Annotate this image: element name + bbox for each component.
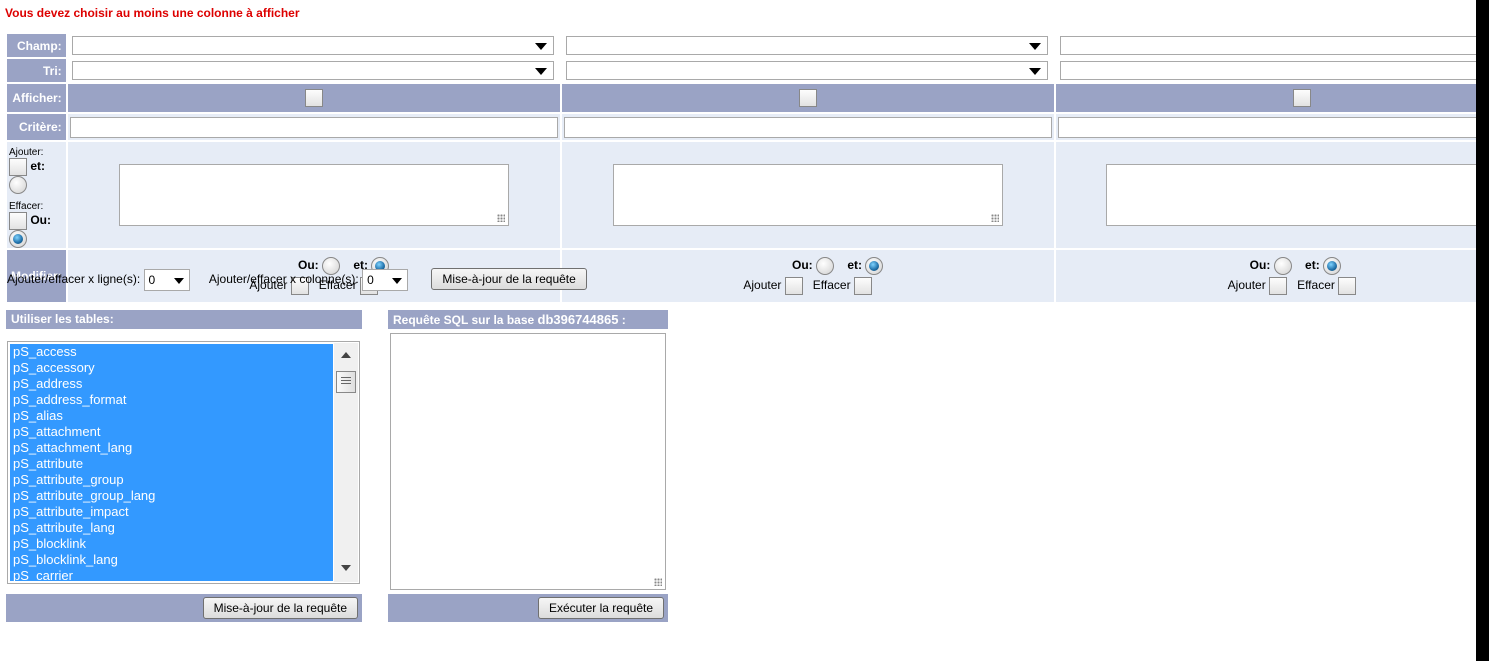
tri-select-2[interactable]	[565, 61, 1048, 80]
line-column-controls: Ajouter/effacer x ligne(s): 0 Ajouter/ef…	[7, 268, 587, 291]
modifier-ajouter-label: Ajouter	[743, 278, 782, 293]
tables-listbox[interactable]: pS_access pS_accessory pS_address pS_addres…	[7, 341, 360, 584]
list-item[interactable]: pS_blocklink	[10, 536, 333, 552]
criteria-textarea-3[interactable]	[1105, 164, 1489, 226]
modifier-effacer-checkbox[interactable]	[1338, 277, 1357, 295]
error-message: Vous devez choisir au moins une colonne …	[5, 6, 300, 20]
tri-select-1[interactable]	[71, 61, 554, 80]
champ-select-3[interactable]	[1059, 36, 1489, 55]
effacer-row-label: Effacer:	[9, 201, 44, 212]
update-query-button-top[interactable]: Mise-à-jour de la requête	[431, 268, 587, 290]
modifier-ou-radio[interactable]	[1273, 257, 1292, 275]
resize-grip-icon[interactable]	[990, 214, 999, 222]
sql-footer: Exécuter la requête	[388, 594, 668, 622]
critere-input-3[interactable]	[1057, 116, 1489, 138]
modifier-ajouter-label: Ajouter	[1227, 278, 1266, 293]
list-item[interactable]: pS_attribute	[10, 456, 333, 472]
list-item[interactable]: pS_carrier	[10, 568, 333, 583]
cols-select-value: 0	[367, 272, 374, 287]
execute-query-button[interactable]: Exécuter la requête	[537, 597, 664, 619]
list-item[interactable]: pS_attribute_group	[10, 472, 333, 488]
chevron-down-icon	[173, 277, 184, 284]
tables-panel-header: Utiliser les tables:	[6, 310, 362, 329]
tables-scrollbar[interactable]	[334, 343, 358, 582]
list-item[interactable]: pS_attachment_lang	[10, 440, 333, 456]
list-item[interactable]: pS_address_format	[10, 392, 333, 408]
champ-select-1[interactable]	[71, 36, 554, 55]
effacer-row-checkbox[interactable]	[9, 212, 27, 230]
scroll-up-icon[interactable]	[341, 352, 351, 358]
chevron-down-icon	[392, 277, 403, 284]
rows-select-value: 0	[148, 272, 156, 287]
modifier-et-label: et:	[1305, 258, 1320, 273]
et-radio[interactable]	[9, 176, 27, 194]
modifier-et-radio[interactable]	[865, 257, 884, 275]
chevron-down-icon	[1028, 43, 1041, 50]
rows-label: Ajouter/effacer x ligne(s):	[7, 272, 141, 286]
sql-panel-header: Requête SQL sur la base db396744865 :	[388, 310, 668, 329]
modifier-controls-3: Ou: et: Ajouter Effacer	[1055, 250, 1489, 302]
cols-label: Ajouter/effacer x colonne(s):	[208, 272, 359, 286]
champ-select-2[interactable]	[565, 36, 1048, 55]
scroll-down-icon[interactable]	[341, 565, 351, 571]
afficher-checkbox-1[interactable]	[304, 89, 323, 107]
list-item[interactable]: pS_attachment	[10, 424, 333, 440]
query-by-example-grid: Champ: Tri: Afficher: Critère: Ajouter: …	[5, 32, 1489, 304]
tri-select-3[interactable]	[1059, 61, 1489, 80]
row-controls: Ajouter: et: Effacer: Ou:	[7, 142, 66, 248]
ajouter-row-label: Ajouter:	[9, 147, 44, 158]
critere-input-1[interactable]	[69, 116, 558, 138]
tri-label: Tri:	[7, 59, 66, 82]
modifier-effacer-label: Effacer	[812, 278, 851, 293]
critere-label: Critère:	[7, 114, 66, 140]
afficher-checkbox-3[interactable]	[1292, 89, 1311, 107]
sql-header-prefix: Requête SQL sur la base	[393, 313, 538, 327]
afficher-checkbox-2[interactable]	[798, 89, 817, 107]
modifier-ou-label: Ou:	[1249, 258, 1271, 273]
afficher-label: Afficher:	[7, 84, 66, 112]
list-item[interactable]: pS_attribute_impact	[10, 504, 333, 520]
ajouter-row-checkbox[interactable]	[9, 158, 27, 176]
list-item[interactable]: pS_attribute_lang	[10, 520, 333, 536]
sql-header-suffix: :	[618, 313, 626, 327]
modifier-ajouter-checkbox[interactable]	[784, 277, 803, 295]
rows-select[interactable]: 0	[143, 268, 190, 291]
list-item[interactable]: pS_address	[10, 376, 333, 392]
modifier-ou-label: Ou:	[791, 258, 813, 273]
criteria-textarea-2[interactable]	[612, 164, 1003, 226]
critere-input-2[interactable]	[563, 116, 1052, 138]
modifier-effacer-checkbox[interactable]	[853, 277, 872, 295]
modifier-effacer-label: Effacer	[1297, 278, 1335, 293]
cols-select[interactable]: 0	[362, 268, 409, 291]
modifier-et-radio[interactable]	[1323, 257, 1342, 275]
list-item[interactable]: pS_attribute_group_lang	[10, 488, 333, 504]
list-item[interactable]: pS_alias	[10, 408, 333, 424]
chevron-down-icon	[534, 68, 547, 75]
modifier-ajouter-checkbox[interactable]	[1269, 277, 1288, 295]
modifier-ou-radio[interactable]	[816, 257, 834, 275]
champ-label: Champ:	[7, 34, 66, 57]
list-item[interactable]: pS_blocklink_lang	[10, 552, 333, 568]
sql-database-name: db396744865	[537, 312, 619, 327]
modifier-et-label: et:	[847, 258, 863, 273]
chevron-down-icon	[1028, 68, 1041, 75]
criteria-textarea-1[interactable]	[118, 164, 509, 226]
list-item[interactable]: pS_access	[10, 344, 333, 360]
resize-grip-icon[interactable]	[496, 214, 505, 222]
ou-radio[interactable]	[9, 230, 27, 248]
window-edge	[1476, 0, 1489, 661]
update-query-button[interactable]: Mise-à-jour de la requête	[202, 597, 358, 619]
tables-items: pS_access pS_accessory pS_address pS_addres…	[10, 344, 333, 583]
sql-query-textarea[interactable]	[390, 333, 666, 590]
list-item[interactable]: pS_accessory	[10, 360, 333, 376]
scroll-thumb[interactable]	[336, 371, 356, 393]
ou-label: Ou:	[30, 213, 52, 228]
tables-footer: Mise-à-jour de la requête	[6, 594, 362, 622]
modifier-controls-2: Ou: et: Ajouter Effacer	[561, 250, 1054, 302]
resize-grip-icon[interactable]	[654, 578, 662, 586]
et-label: et:	[30, 159, 46, 174]
chevron-down-icon	[534, 43, 547, 50]
